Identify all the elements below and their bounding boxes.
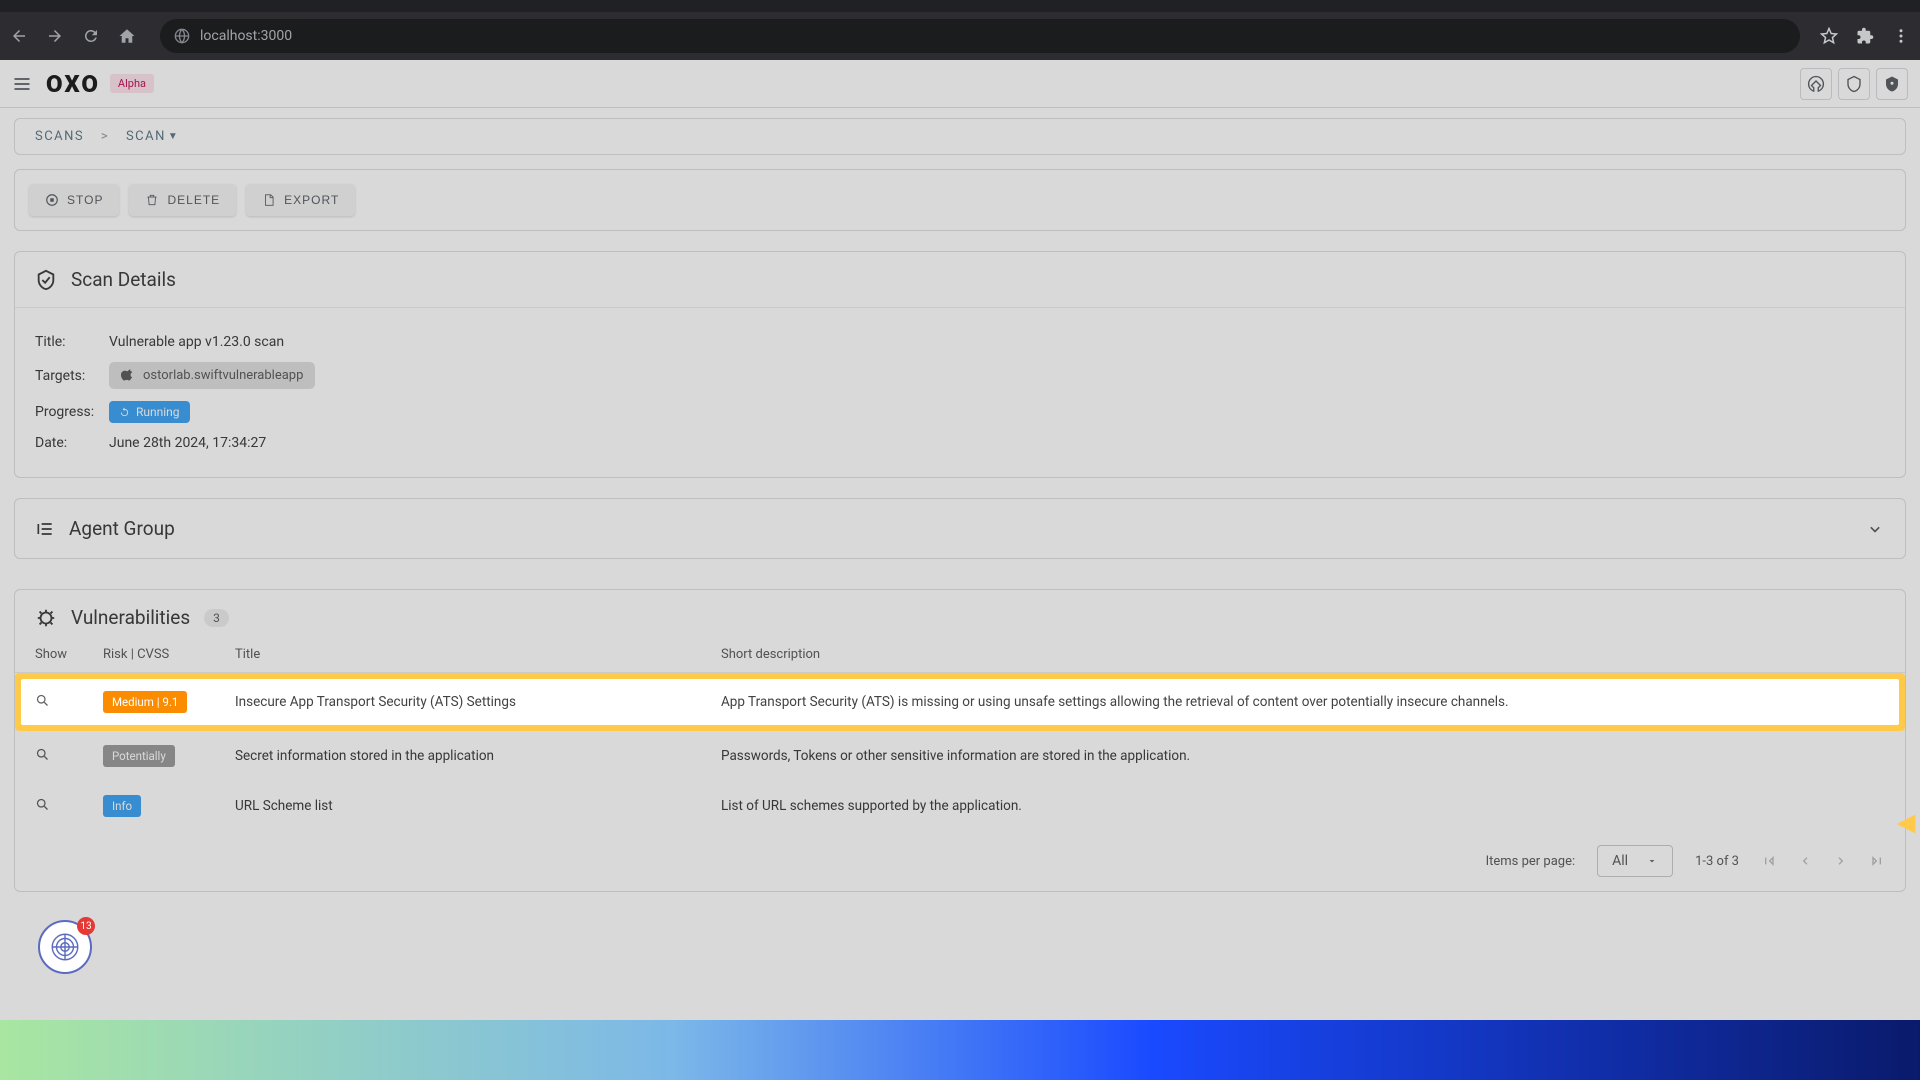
magnify-icon[interactable] [35,693,50,708]
date-value: June 28th 2024, 17:34:27 [109,435,266,451]
caret-down-icon: ▼ [168,131,179,142]
tour-arrow [1892,810,1920,838]
next-page-icon[interactable] [1833,853,1849,869]
row-desc: List of URL schemes supported by the app… [721,798,1885,814]
list-icon [35,519,55,539]
targets-label: Targets: [35,368,109,384]
stop-label: STOP [67,193,103,207]
table-row[interactable]: Info URL Scheme list List of URL schemes… [15,781,1905,831]
magnify-icon[interactable] [35,797,50,812]
floating-badge[interactable]: 13 [38,920,92,974]
reload-icon[interactable] [82,27,100,45]
table-row[interactable]: Potentially Secret information stored in… [15,731,1905,781]
prev-page-icon[interactable] [1797,853,1813,869]
items-per-page-label: Items per page: [1486,854,1576,869]
target-value: ostorlab.swiftvulnerableapp [143,368,303,383]
back-icon[interactable] [10,27,28,45]
trash-icon [145,193,159,207]
shield-check-icon [35,269,57,291]
forward-icon[interactable] [46,27,64,45]
title-value: Vulnerable app v1.23.0 scan [109,334,284,350]
home-icon[interactable] [118,27,136,45]
col-risk: Risk | CVSS [103,647,235,662]
delete-label: DELETE [167,193,220,207]
vulns-heading: Vulnerabilities [71,606,190,629]
stop-button[interactable]: STOP [29,184,119,216]
delete-button[interactable]: DELETE [129,184,236,216]
gradient-footer [0,1020,1920,1080]
col-title: Title [235,647,721,662]
row-desc: Passwords, Tokens or other sensitive inf… [721,748,1885,764]
spinner-icon [119,407,130,418]
app-header: OXO Alpha [0,60,1920,108]
breadcrumb-current[interactable]: SCAN [126,129,166,144]
highlighted-row: Medium | 9.1 Insecure App Transport Secu… [15,673,1905,731]
browser-tab-strip [0,0,1920,12]
target-chip[interactable]: ostorlab.swiftvulnerableapp [109,362,315,389]
export-button[interactable]: EXPORT [246,184,355,216]
bug-icon [35,607,57,629]
stop-icon [45,193,59,207]
page-range: 1-3 of 3 [1695,854,1739,869]
table-row[interactable]: Medium | 9.1 Insecure App Transport Secu… [21,679,1899,725]
col-show: Show [35,647,103,662]
header-action-1[interactable] [1800,68,1832,100]
last-page-icon[interactable] [1869,853,1885,869]
row-title: Insecure App Transport Security (ATS) Se… [235,694,721,710]
pagination: Items per page: All 1-3 of 3 [15,831,1905,891]
col-desc: Short description [721,647,1885,662]
header-action-2[interactable] [1838,68,1870,100]
alpha-badge: Alpha [110,74,154,93]
progress-badge: Running [109,401,190,423]
risk-badge: Info [103,795,141,817]
vulns-count: 3 [204,609,229,627]
dropdown-caret-icon [1646,855,1658,867]
export-label: EXPORT [284,193,339,207]
scan-details-card: Scan Details Title: Vulnerable app v1.23… [14,251,1906,478]
breadcrumb-sep: > [101,129,109,144]
hamburger-menu[interactable] [12,74,32,94]
extensions-icon[interactable] [1856,27,1874,45]
per-page-value: All [1612,853,1628,869]
row-title: URL Scheme list [235,798,721,814]
globe-icon [174,28,190,44]
fingerprint-icon [48,930,82,964]
file-icon [262,193,276,207]
title-label: Title: [35,334,109,350]
row-desc: App Transport Security (ATS) is missing … [721,694,1885,710]
risk-badge: Medium | 9.1 [103,691,187,713]
vulnerabilities-card: Vulnerabilities 3 Show Risk | CVSS Title… [14,589,1906,892]
table-header: Show Risk | CVSS Title Short description [15,641,1905,673]
app-logo: OXO [46,70,100,98]
scan-details-heading: Scan Details [71,268,176,291]
progress-value: Running [136,405,180,419]
menu-icon[interactable] [1892,27,1910,45]
breadcrumb: SCANS > SCAN▼ [14,118,1906,155]
risk-badge: Potentially [103,745,175,767]
address-bar[interactable]: localhost:3000 [160,19,1800,53]
apple-icon [121,369,135,383]
chevron-down-icon[interactable] [1865,519,1885,539]
url-text: localhost:3000 [200,28,292,44]
badge-count: 13 [77,917,95,935]
browser-toolbar: localhost:3000 [0,12,1920,60]
row-title: Secret information stored in the applica… [235,748,721,764]
first-page-icon[interactable] [1761,853,1777,869]
magnify-icon[interactable] [35,747,50,762]
agent-group-card[interactable]: Agent Group [14,498,1906,559]
star-icon[interactable] [1820,27,1838,45]
progress-label: Progress: [35,404,109,420]
agent-group-heading: Agent Group [69,517,1865,540]
date-label: Date: [35,435,109,451]
breadcrumb-root[interactable]: SCANS [35,129,84,144]
header-action-3[interactable] [1876,68,1908,100]
per-page-select[interactable]: All [1597,845,1673,877]
